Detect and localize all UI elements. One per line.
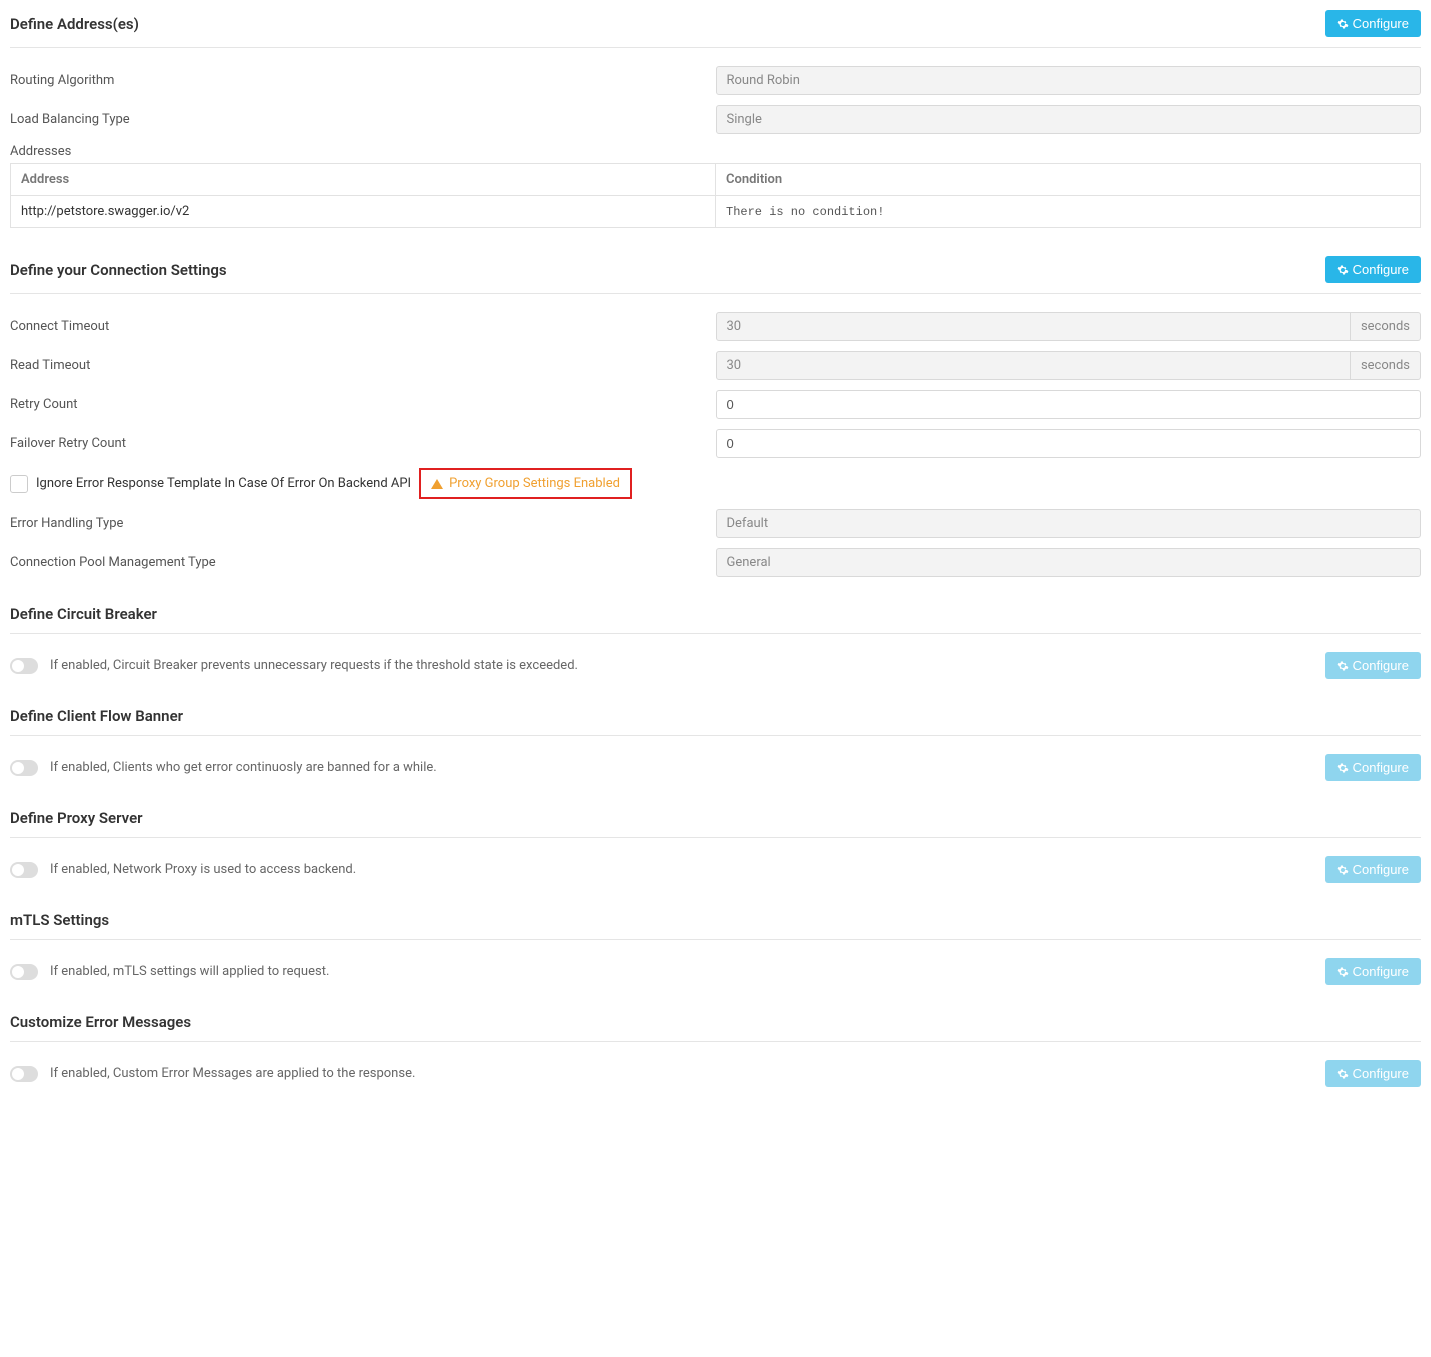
badge-text: Proxy Group Settings Enabled: [449, 476, 620, 491]
gear-icon: [1337, 762, 1349, 774]
row-retry-count: Retry Count: [10, 390, 1421, 419]
section-circuit-breaker: Define Circuit Breaker If enabled, Circu…: [10, 605, 1421, 679]
unit-label: seconds: [1351, 312, 1421, 341]
configure-circuit-breaker-button[interactable]: Configure: [1325, 652, 1421, 679]
gear-icon: [1337, 1068, 1349, 1080]
toggle-row: If enabled, Custom Error Messages are ap…: [10, 1060, 1421, 1087]
section-connection: Define your Connection Settings Configur…: [10, 256, 1421, 577]
button-label: Configure: [1353, 964, 1409, 979]
configure-mtls-button[interactable]: Configure: [1325, 958, 1421, 985]
error-handling-value: Default: [716, 509, 1422, 538]
section-header: Customize Error Messages: [10, 1013, 1421, 1042]
section-title: Define Client Flow Banner: [10, 707, 183, 725]
pool-mgmt-value: General: [716, 548, 1422, 577]
gear-icon: [1337, 966, 1349, 978]
field-label: Failover Retry Count: [10, 436, 716, 451]
button-label: Configure: [1353, 1066, 1409, 1081]
field-label: Read Timeout: [10, 358, 716, 373]
retry-count-input[interactable]: [716, 390, 1422, 419]
configure-proxy-server-button[interactable]: Configure: [1325, 856, 1421, 883]
ignore-error-checkbox[interactable]: [10, 475, 28, 493]
addresses-table-wrapper: Addresses Address Condition http://petst…: [10, 144, 1421, 228]
field-label: Error Handling Type: [10, 516, 716, 531]
toggle-row: If enabled, mTLS settings will applied t…: [10, 958, 1421, 985]
section-title: Define Circuit Breaker: [10, 605, 157, 623]
button-label: Configure: [1353, 16, 1409, 31]
button-label: Configure: [1353, 658, 1409, 673]
row-connect-timeout: Connect Timeout 30 seconds: [10, 312, 1421, 341]
section-addresses: Define Address(es) Configure Routing Alg…: [10, 10, 1421, 228]
mtls-toggle[interactable]: [10, 964, 38, 980]
field-label: Load Balancing Type: [10, 112, 716, 127]
toggle-description: If enabled, Circuit Breaker prevents unn…: [50, 658, 578, 673]
toggle-row: If enabled, Network Proxy is used to acc…: [10, 856, 1421, 883]
unit-label: seconds: [1351, 351, 1421, 380]
table-header-address: Address: [11, 164, 716, 196]
cell-address: http://petstore.swagger.io/v2: [11, 196, 716, 228]
row-routing-algorithm: Routing Algorithm Round Robin: [10, 66, 1421, 95]
configure-connection-button[interactable]: Configure: [1325, 256, 1421, 283]
load-balancing-value: Single: [716, 105, 1422, 134]
cell-condition: There is no condition!: [716, 196, 1421, 228]
section-header: Define your Connection Settings Configur…: [10, 256, 1421, 294]
field-label: Retry Count: [10, 397, 716, 412]
section-client-flow: Define Client Flow Banner If enabled, Cl…: [10, 707, 1421, 781]
read-timeout-value: 30: [716, 351, 1351, 380]
button-label: Configure: [1353, 760, 1409, 775]
toggle-description: If enabled, mTLS settings will applied t…: [50, 964, 329, 979]
checkbox-label: Ignore Error Response Template In Case O…: [36, 476, 411, 491]
section-title: Define Proxy Server: [10, 809, 143, 827]
row-error-handling: Error Handling Type Default: [10, 509, 1421, 538]
section-header: mTLS Settings: [10, 911, 1421, 940]
field-label: Routing Algorithm: [10, 73, 716, 88]
section-custom-errors: Customize Error Messages If enabled, Cus…: [10, 1013, 1421, 1087]
section-header: Define Address(es) Configure: [10, 10, 1421, 48]
section-title: mTLS Settings: [10, 911, 109, 929]
field-label: Addresses: [10, 144, 1421, 159]
section-header: Define Circuit Breaker: [10, 605, 1421, 634]
configure-custom-errors-button[interactable]: Configure: [1325, 1060, 1421, 1087]
gear-icon: [1337, 660, 1349, 672]
toggle-description: If enabled, Network Proxy is used to acc…: [50, 862, 356, 877]
client-flow-toggle[interactable]: [10, 760, 38, 776]
proxy-group-badge: Proxy Group Settings Enabled: [419, 468, 632, 499]
toggle-row: If enabled, Clients who get error contin…: [10, 754, 1421, 781]
toggle-description: If enabled, Clients who get error contin…: [50, 760, 437, 775]
section-header: Define Client Flow Banner: [10, 707, 1421, 736]
proxy-server-toggle[interactable]: [10, 862, 38, 878]
toggle-row: If enabled, Circuit Breaker prevents unn…: [10, 652, 1421, 679]
row-failover-retry: Failover Retry Count: [10, 429, 1421, 458]
section-header: Define Proxy Server: [10, 809, 1421, 838]
section-mtls: mTLS Settings If enabled, mTLS settings …: [10, 911, 1421, 985]
field-label: Connect Timeout: [10, 319, 716, 334]
configure-client-flow-button[interactable]: Configure: [1325, 754, 1421, 781]
button-label: Configure: [1353, 862, 1409, 877]
configure-addresses-button[interactable]: Configure: [1325, 10, 1421, 37]
toggle-description: If enabled, Custom Error Messages are ap…: [50, 1066, 415, 1081]
connect-timeout-value: 30: [716, 312, 1351, 341]
field-label: Connection Pool Management Type: [10, 555, 716, 570]
row-ignore-error: Ignore Error Response Template In Case O…: [10, 468, 1421, 499]
failover-retry-input[interactable]: [716, 429, 1422, 458]
warning-icon: [431, 479, 443, 489]
row-load-balancing: Load Balancing Type Single: [10, 105, 1421, 134]
button-label: Configure: [1353, 262, 1409, 277]
addresses-table: Address Condition http://petstore.swagge…: [10, 163, 1421, 228]
table-header-condition: Condition: [716, 164, 1421, 196]
row-read-timeout: Read Timeout 30 seconds: [10, 351, 1421, 380]
row-pool-mgmt: Connection Pool Management Type General: [10, 548, 1421, 577]
custom-errors-toggle[interactable]: [10, 1066, 38, 1082]
gear-icon: [1337, 264, 1349, 276]
section-title: Define your Connection Settings: [10, 261, 227, 279]
section-title: Define Address(es): [10, 15, 139, 33]
section-proxy-server: Define Proxy Server If enabled, Network …: [10, 809, 1421, 883]
circuit-breaker-toggle[interactable]: [10, 658, 38, 674]
table-row: http://petstore.swagger.io/v2 There is n…: [11, 196, 1421, 228]
gear-icon: [1337, 18, 1349, 30]
routing-algorithm-value: Round Robin: [716, 66, 1422, 95]
section-title: Customize Error Messages: [10, 1013, 191, 1031]
gear-icon: [1337, 864, 1349, 876]
